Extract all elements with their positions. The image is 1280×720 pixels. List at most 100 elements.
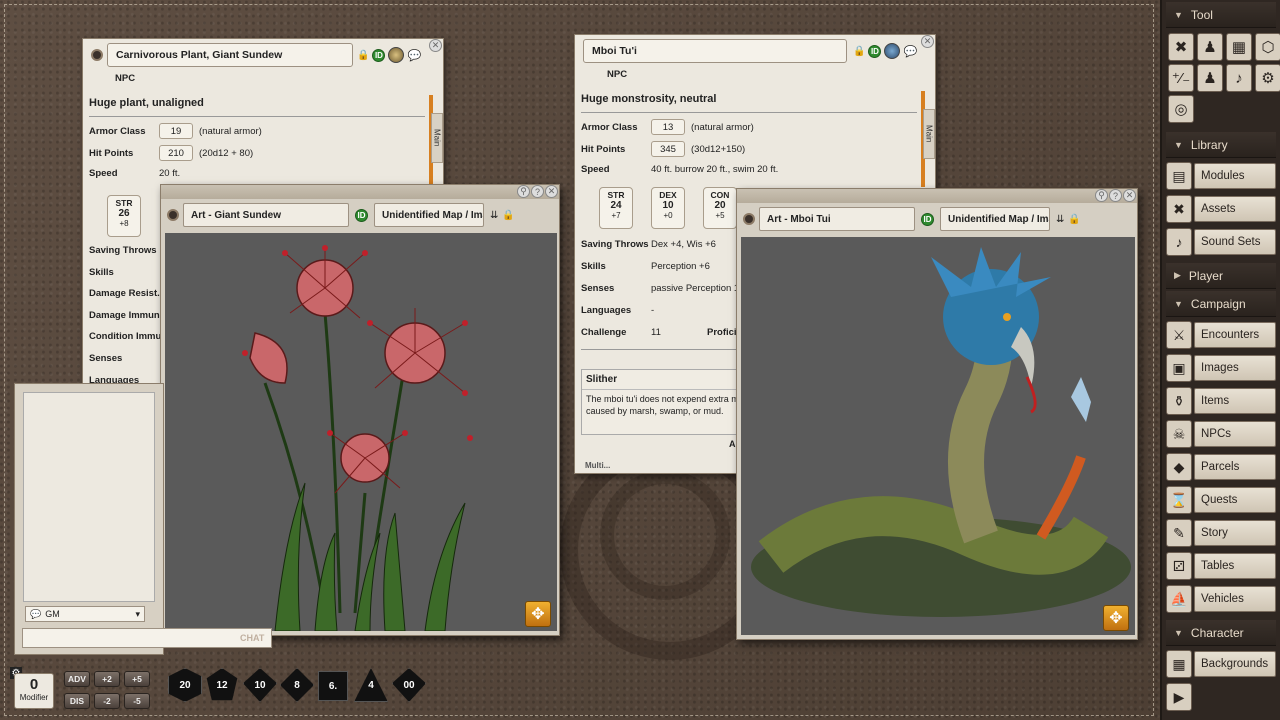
tool-button-2[interactable]: ▦ [1226, 33, 1252, 61]
chat-bubble-icon[interactable]: 💬 [407, 49, 421, 62]
art-type-field[interactable]: Unidentified Map / Ima [374, 203, 484, 227]
lock-icon[interactable]: 🔒 [357, 50, 369, 61]
sidebar-item-backgrounds[interactable]: ▦ Backgrounds [1166, 649, 1276, 679]
chat-log[interactable] [23, 392, 155, 602]
ability-dex[interactable]: DEX 10 +0 [651, 187, 685, 229]
chat-window[interactable]: 💬 GM ▾ [14, 383, 164, 655]
link-icon[interactable]: ⚲ [517, 185, 530, 198]
art-image-viewport[interactable] [165, 233, 557, 632]
link-dot-icon[interactable] [167, 209, 179, 221]
id-icon[interactable]: ID [372, 48, 386, 62]
help-icon[interactable]: ? [1109, 189, 1122, 202]
art-window-sundew[interactable]: ✕ ? ⚲ Art - Giant Sundew ID Unidentified… [160, 184, 560, 636]
section-label: Campaign [1190, 296, 1246, 311]
sidebar-item-modules[interactable]: ▤ Modules [1166, 161, 1276, 191]
sidebar-item-more[interactable]: ▶ [1166, 682, 1276, 712]
challenge-label: Challenge [581, 327, 627, 338]
sidebar-item-assets[interactable]: ✖ Assets [1166, 194, 1276, 224]
tool-button-8[interactable]: ◎ [1168, 95, 1194, 123]
art-title-field[interactable]: Art - Mboi Tui [759, 207, 915, 231]
art-type-field[interactable]: Unidentified Map / Ima [940, 207, 1050, 231]
link-dot-icon[interactable] [743, 213, 755, 225]
minus5-button[interactable]: -5 [124, 693, 150, 709]
share-icon[interactable]: ⇊ [1056, 214, 1064, 225]
trait-box[interactable]: Slither The mboi tu'i does not expend ex… [581, 369, 741, 435]
lock-icon[interactable]: 🔒 [1068, 214, 1080, 225]
close-icon[interactable]: ✕ [921, 35, 934, 48]
dis-button[interactable]: DIS [64, 693, 90, 709]
sidebar-item-images[interactable]: ▣ Images [1166, 353, 1276, 383]
zoom-tool-icon[interactable]: ✥ [1103, 605, 1129, 631]
sidebar-item-quests[interactable]: ⌛ Quests [1166, 485, 1276, 515]
ac-field[interactable]: 13 [651, 119, 685, 135]
sidebar-item-parcels[interactable]: ◆ Parcels [1166, 452, 1276, 482]
ability-con[interactable]: CON 20 +5 [703, 187, 737, 229]
id-icon[interactable]: ID [355, 208, 368, 222]
section-library[interactable]: ▼ Library [1166, 132, 1276, 158]
lock-icon[interactable]: 🔒 [502, 210, 514, 221]
link-icon[interactable]: ⚲ [1095, 189, 1108, 202]
sidebar-item-vehicles[interactable]: ⛵ Vehicles [1166, 584, 1276, 614]
sidebar-item-npcs[interactable]: ☠ NPCs [1166, 419, 1276, 449]
npc-name-field[interactable]: Mboi Tu'i [583, 39, 847, 63]
art-title-field[interactable]: Art - Giant Sundew [183, 203, 349, 227]
close-icon[interactable]: ✕ [545, 185, 558, 198]
chat-bubble-icon[interactable]: 💬 [903, 45, 917, 58]
plus2-button[interactable]: +2 [94, 671, 120, 687]
tab-main[interactable]: Main [431, 113, 443, 163]
tool-button-1[interactable]: ♟ [1197, 33, 1223, 61]
close-icon[interactable]: ✕ [429, 39, 442, 52]
tool-button-0[interactable]: ✖ [1168, 33, 1194, 61]
adv-button[interactable]: ADV [64, 671, 90, 687]
sidebar-item-story[interactable]: ✎ Story [1166, 518, 1276, 548]
hp-field[interactable]: 345 [651, 141, 685, 157]
token-icon[interactable] [884, 43, 901, 59]
sidebar-item-sound-sets[interactable]: ♪ Sound Sets [1166, 227, 1276, 257]
tab-main[interactable]: Main [923, 109, 935, 159]
tool-button-3[interactable]: ⬡ [1255, 33, 1280, 61]
ability-str[interactable]: STR 26 +8 [107, 195, 141, 237]
section-character[interactable]: ▼ Character [1166, 620, 1276, 646]
tool-button-6[interactable]: ♪ [1226, 64, 1252, 92]
art-window-mboi[interactable]: ✕ ? ⚲ Art - Mboi Tui ID Unidentified Map… [736, 188, 1138, 640]
vehicles-icon: ⛵ [1166, 585, 1192, 613]
tool-button-4[interactable]: ⁺⁄₋ [1168, 64, 1194, 92]
close-icon[interactable]: ✕ [1123, 189, 1136, 202]
plus5-button[interactable]: +5 [124, 671, 150, 687]
id-icon[interactable]: ID [921, 212, 934, 226]
ability-str[interactable]: STR 24 +7 [599, 187, 633, 229]
chat-send-button[interactable]: CHAT [240, 633, 264, 643]
section-player[interactable]: ▶ Player [1166, 263, 1276, 289]
sidebar-item-label: Quests [1194, 487, 1276, 513]
tool-button-5[interactable]: ♟ [1197, 64, 1223, 92]
window-titlebar[interactable] [737, 189, 1137, 203]
token-icon[interactable] [388, 47, 405, 63]
d6-die-icon[interactable]: 6. [318, 671, 348, 701]
hp-field[interactable]: 210 [159, 145, 193, 161]
share-icon[interactable]: ⇊ [490, 210, 498, 221]
sidebar-item-encounters[interactable]: ⚔ Encounters [1166, 320, 1276, 350]
minus2-button[interactable]: -2 [94, 693, 120, 709]
section-tool[interactable]: ▼ Tool [1166, 2, 1276, 28]
chat-input[interactable] [22, 628, 272, 648]
sidebar-item-tables[interactable]: ⚂ Tables [1166, 551, 1276, 581]
sidebar-item-items[interactable]: ⚱ Items [1166, 386, 1276, 416]
section-campaign[interactable]: ▼ Campaign [1166, 291, 1276, 317]
trait-text-1: The mboi tu'i does not expend extra m [586, 394, 739, 404]
zoom-tool-icon[interactable]: ✥ [525, 601, 551, 627]
trait-text-2: caused by marsh, swamp, or mud. [586, 406, 724, 416]
art-image-viewport[interactable] [741, 237, 1135, 635]
tool-button-7[interactable]: ⚙ [1255, 64, 1280, 92]
ac-field[interactable]: 19 [159, 123, 193, 139]
npc-subtitle: Huge monstrosity, neutral [581, 93, 717, 105]
help-icon[interactable]: ? [531, 185, 544, 198]
npc-name-field[interactable]: Carnivorous Plant, Giant Sundew [107, 43, 353, 67]
sidebar: ▼ Tool ✖ ♟ ▦ ⬡ ⁺⁄₋ ♟ ♪ ⚙ ◎ ▼ Library ▤ Modules ✖ Asse… [1160, 0, 1280, 720]
link-dot-icon[interactable] [91, 49, 103, 61]
window-titlebar[interactable] [161, 185, 559, 199]
modifier-box[interactable]: 0 Modifier [14, 673, 54, 709]
id-icon[interactable]: ID [868, 44, 882, 58]
hp-note: (20d12 + 80) [199, 147, 254, 159]
speaker-select[interactable]: 💬 GM ▾ [25, 606, 145, 622]
lock-icon[interactable]: 🔒 [853, 46, 865, 57]
